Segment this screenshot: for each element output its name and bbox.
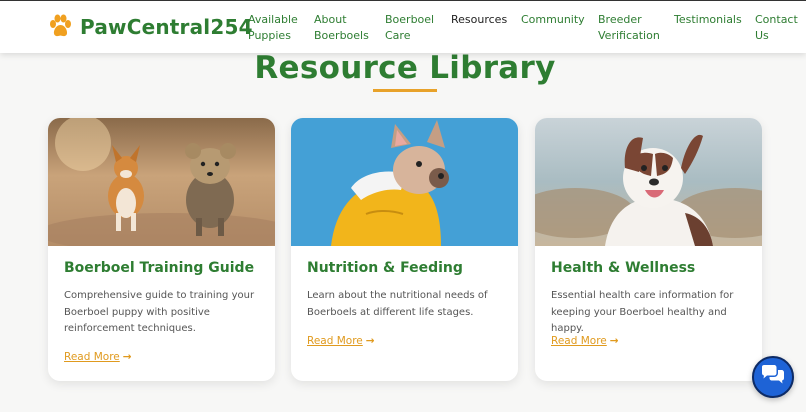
navbar: PawCentral254 Available Puppies About Boer… xyxy=(0,0,806,53)
chat-button[interactable] xyxy=(752,356,794,398)
card-image-border-collie xyxy=(535,118,762,246)
card-title: Nutrition & Feeding xyxy=(307,260,463,276)
read-more-link[interactable]: Read More → xyxy=(551,335,619,347)
nav-testimonials[interactable]: Testimonials xyxy=(674,12,742,28)
brand-logo[interactable]: PawCentral254 xyxy=(47,13,253,40)
read-more-label: Read More xyxy=(64,351,120,363)
card-image-dogs-running xyxy=(48,118,275,246)
read-more-label: Read More xyxy=(551,335,607,347)
arrow-right-icon: → xyxy=(365,335,375,347)
nav-boerboel-care[interactable]: Boerboel Care xyxy=(385,12,434,44)
arrow-right-icon: → xyxy=(122,351,132,363)
card-title: Health & Wellness xyxy=(551,260,696,276)
card-image-french-bulldog xyxy=(291,118,518,246)
read-more-link[interactable]: Read More → xyxy=(64,351,132,363)
brand-name: PawCentral254 xyxy=(80,14,253,39)
nav-community[interactable]: Community xyxy=(521,12,585,28)
nav-contact-us[interactable]: Contact Us xyxy=(755,12,798,44)
arrow-right-icon: → xyxy=(609,335,619,347)
nav-resources[interactable]: Resources xyxy=(451,12,507,28)
nav-about-boerboels[interactable]: About Boerboels xyxy=(314,12,369,44)
card-description: Comprehensive guide to training your Boe… xyxy=(64,290,255,334)
card-description: Learn about the nutritional needs of Boe… xyxy=(307,290,488,318)
section-title: Resource Library xyxy=(254,50,556,86)
read-more-label: Read More xyxy=(307,335,363,347)
nav-available-puppies[interactable]: Available Puppies xyxy=(248,12,298,44)
nav-breeder-verification[interactable]: Breeder Verification xyxy=(598,12,660,44)
title-underline xyxy=(373,89,437,92)
paw-icon xyxy=(47,13,74,40)
resource-card-health: Health & Wellness Essential health care … xyxy=(535,118,762,381)
resource-card-training: Boerboel Training Guide Comprehensive gu… xyxy=(48,118,275,381)
read-more-link[interactable]: Read More → xyxy=(307,335,375,347)
card-title: Boerboel Training Guide xyxy=(64,260,255,276)
chat-bubbles-icon xyxy=(760,364,786,390)
card-description: Essential health care information for ke… xyxy=(551,290,734,334)
resource-card-nutrition: Nutrition & Feeding Learn about the nutr… xyxy=(291,118,518,381)
